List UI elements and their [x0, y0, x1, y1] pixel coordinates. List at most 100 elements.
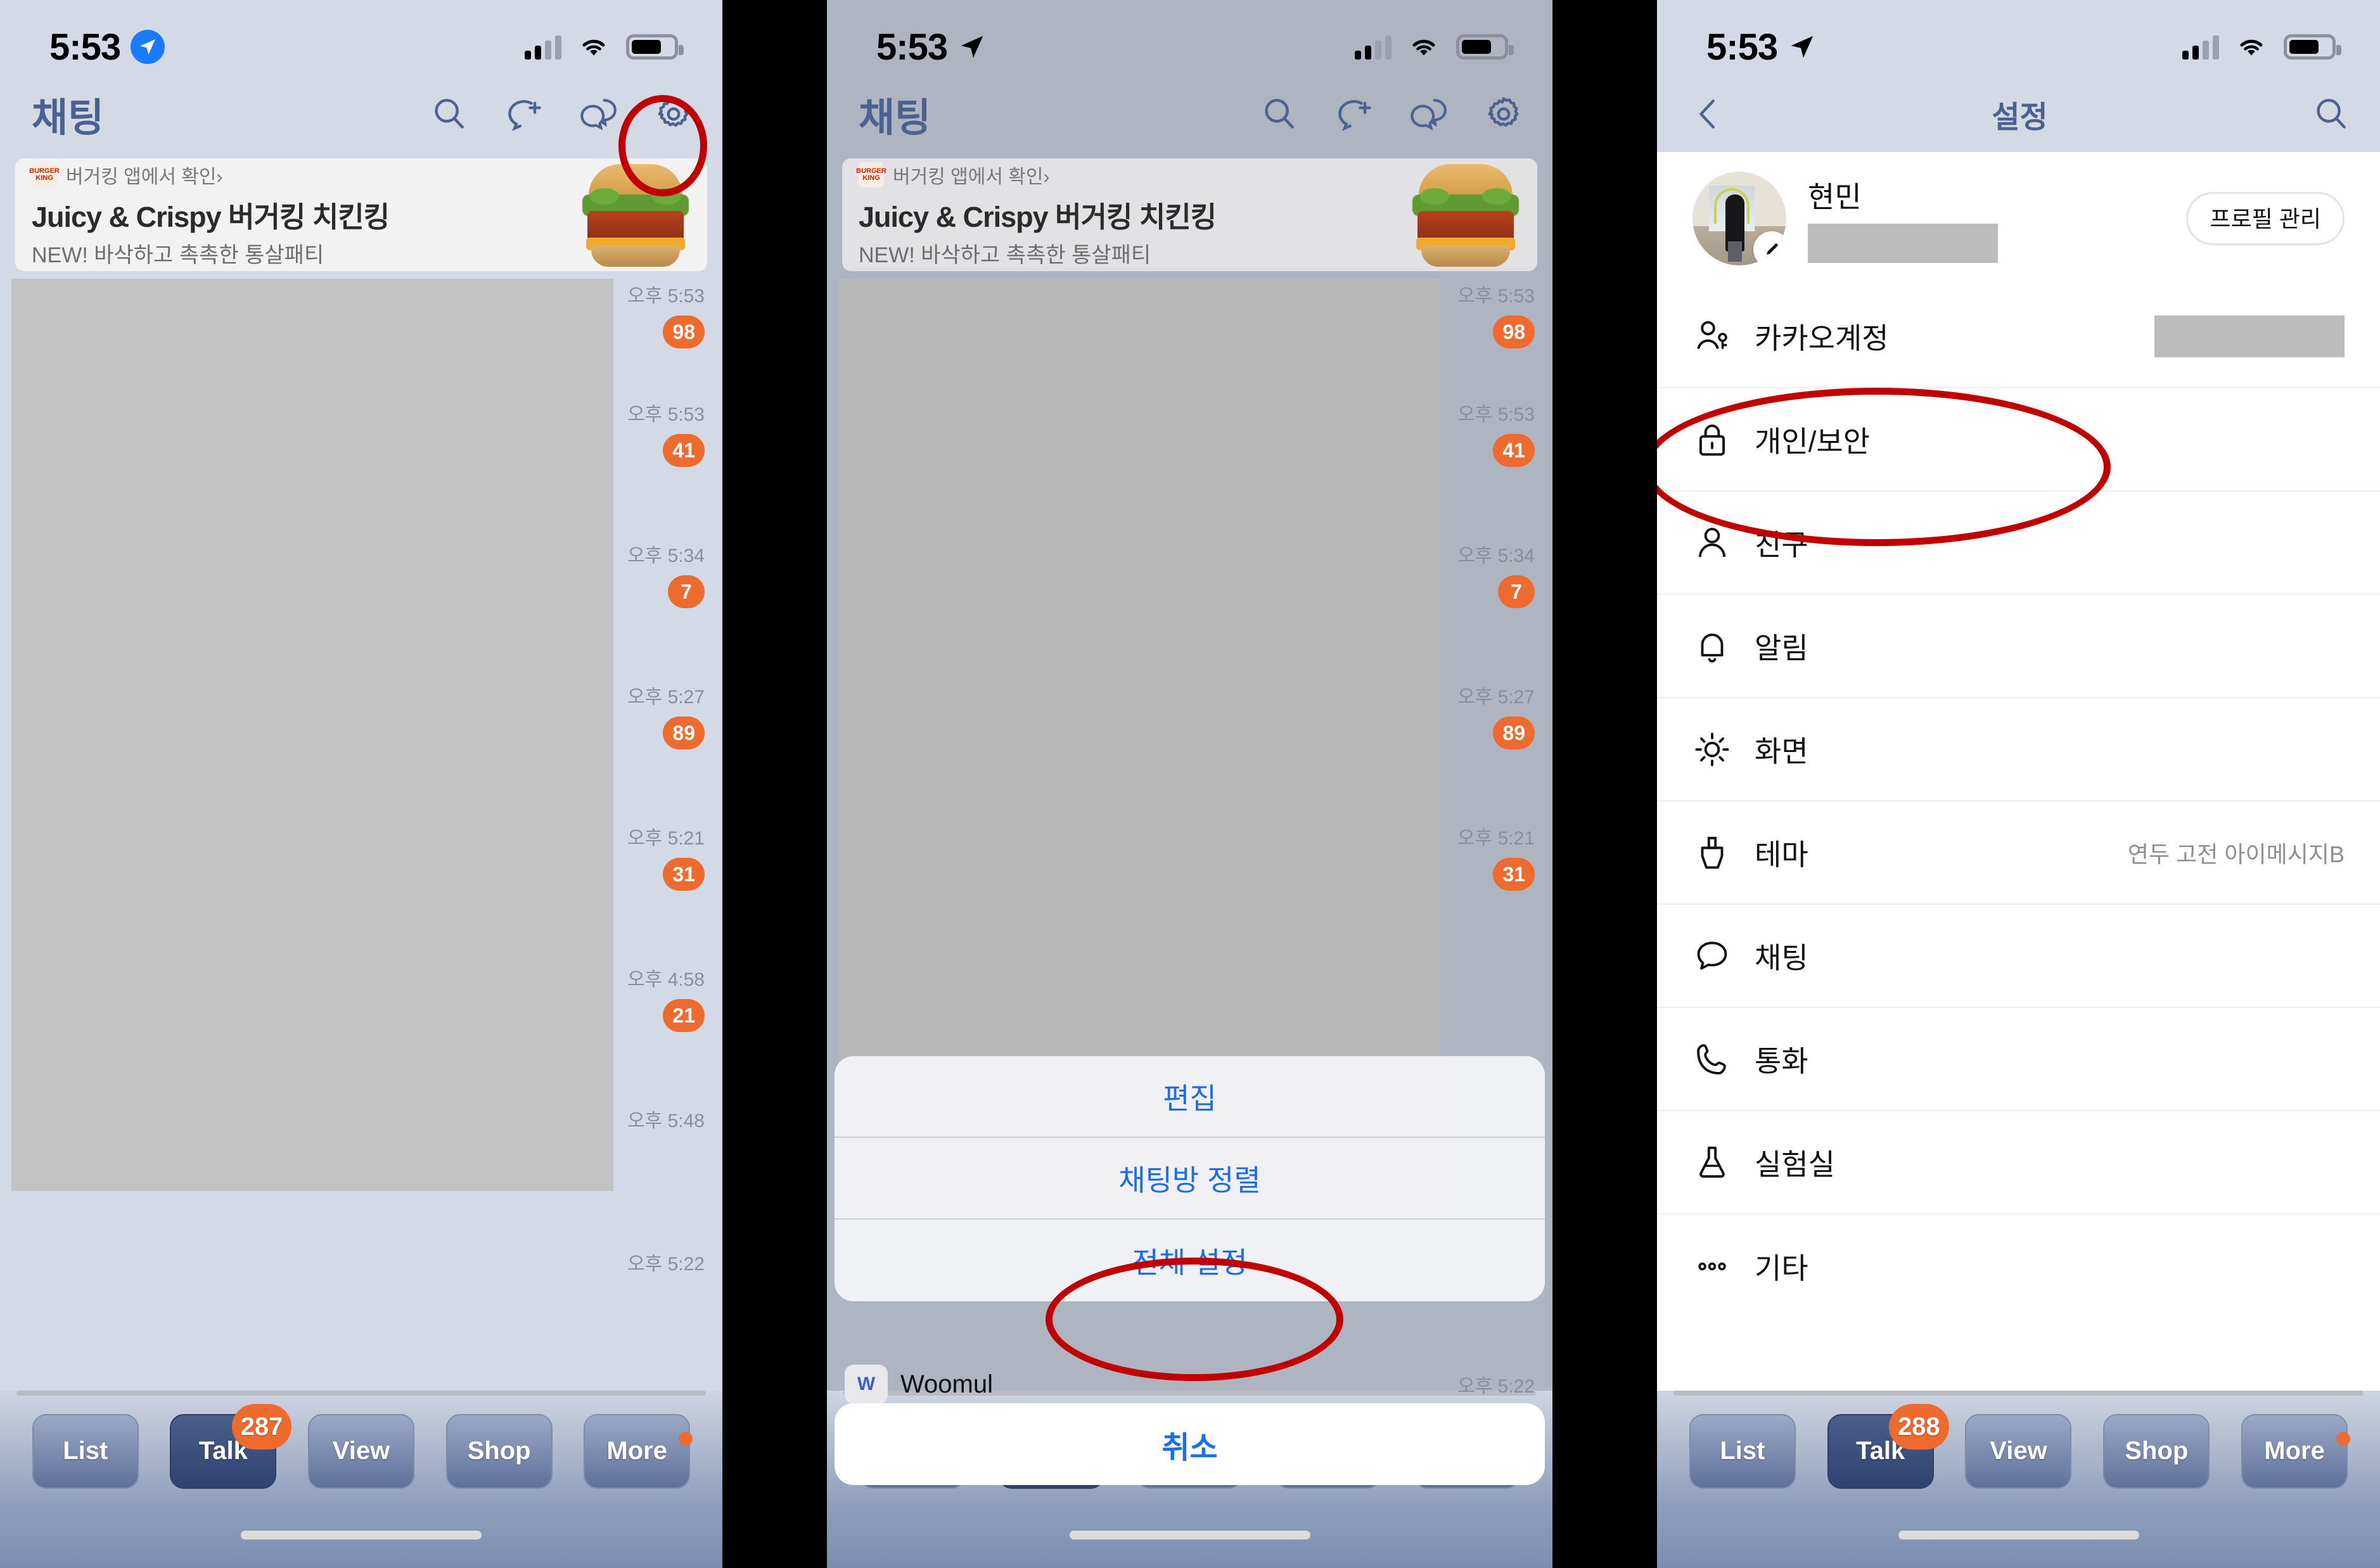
chat-room-name: Woomul [900, 1370, 993, 1398]
new-chat-icon[interactable] [504, 94, 544, 134]
gear-icon[interactable] [1484, 94, 1523, 134]
chevron-left-icon[interactable] [1689, 94, 1728, 134]
settings-list[interactable]: 카카오계정 개인/보안 친구 알림 화면 테마 연두 고전 아이메시지B 채팅 … [1657, 285, 2380, 1391]
bell-icon [1701, 633, 1724, 663]
settings-row-label: 채팅 [1755, 941, 1808, 974]
wifi-icon [582, 39, 605, 56]
tab-label: View [332, 1437, 390, 1465]
manage-profile-button[interactable]: 프로필 관리 [2186, 192, 2345, 245]
chat-timestamp: 오후 5:48 [627, 1111, 705, 1131]
settings-row-lab[interactable]: 실험실 [1657, 1111, 2380, 1214]
chat-row-meta: 오후 4:58 21 [627, 964, 705, 1032]
avatar: W [845, 1365, 888, 1404]
unread-badge: 7 [668, 575, 705, 608]
action-sheet-item-label: 편집 [1163, 1081, 1217, 1115]
tab-talk[interactable]: Talk 288 [1827, 1403, 1949, 1489]
page-title: 채팅 [859, 96, 931, 140]
burger-image [1410, 162, 1521, 268]
status-bar-time: 5:53 [49, 26, 121, 68]
tab-more[interactable]: More [2241, 1413, 2348, 1489]
open-chat-icon[interactable] [579, 94, 618, 134]
tab-list[interactable]: List [1689, 1413, 1796, 1489]
search-icon[interactable] [430, 94, 469, 134]
status-bar: 5:53 [1657, 0, 2380, 76]
list-item[interactable]: W Woomul 오후 5:22 [827, 1362, 1552, 1406]
nav-bar: 설정 [1657, 76, 2380, 152]
settings-row-kakao-account[interactable]: 카카오계정 [1657, 285, 2380, 388]
ad-banner[interactable]: BURGER KING 버거킹 앱에서 확인› Juicy & Crispy 버거… [842, 158, 1537, 271]
status-bar: 5:53 [0, 0, 722, 76]
action-sheet-item-edit[interactable]: 편집 [835, 1056, 1545, 1138]
action-sheet-item-sort[interactable]: 채팅방 정렬 [835, 1138, 1545, 1220]
unread-badge: 21 [663, 999, 705, 1032]
home-indicator-area [0, 1501, 722, 1568]
home-indicator[interactable] [1898, 1530, 2139, 1539]
open-chat-icon[interactable] [1409, 94, 1449, 134]
tab-shop[interactable]: Shop [2103, 1413, 2210, 1489]
gear-icon[interactable] [654, 94, 693, 134]
chat-timestamp: 오후 5:22 [627, 1254, 705, 1275]
lock-icon [1699, 424, 1725, 456]
tab-shop[interactable]: Shop [445, 1413, 553, 1489]
chat-row-meta: 오후 5:21 31 [1457, 822, 1535, 891]
profile-name: 현민 [1808, 181, 1862, 214]
settings-row-label: 화면 [1755, 734, 1808, 768]
chat-row-meta: 오후 5:53 98 [627, 280, 705, 348]
search-icon[interactable] [2312, 94, 2351, 134]
unread-badge: 89 [1493, 717, 1535, 749]
settings-row-privacy-security[interactable]: 개인/보안 [1657, 388, 2380, 492]
bottom-tab-bar[interactable]: List Talk 287 View Shop More [0, 1391, 722, 1501]
panel-action-sheet: 5:53 채팅 BURGER KING 버거킹 앱에서 확인› Juicy & … [827, 0, 1552, 1568]
tab-talk[interactable]: Talk 287 [170, 1403, 292, 1489]
cellular-signal-icon [525, 34, 561, 60]
redacted-status-message [1808, 224, 1998, 263]
chat-row-meta: 오후 5:27 89 [627, 681, 705, 749]
action-sheet-item-all-settings[interactable]: 전체 설정 [835, 1220, 1545, 1301]
tab-view[interactable]: View [307, 1413, 414, 1489]
tab-list[interactable]: List [32, 1413, 139, 1489]
chat-row-meta: 오후 5:53 41 [627, 398, 705, 467]
avatar[interactable] [1692, 172, 1786, 265]
settings-row-call[interactable]: 통화 [1657, 1008, 2380, 1111]
settings-row-chat[interactable]: 채팅 [1657, 905, 2380, 1008]
tab-more[interactable]: More [584, 1413, 691, 1489]
settings-row-label: 실험실 [1755, 1147, 1835, 1181]
chat-bubble-icon [1697, 941, 1727, 970]
battery-icon [2284, 34, 2341, 60]
settings-row-label: 통화 [1755, 1044, 1808, 1078]
chat-timestamp: 오후 5:53 [1457, 404, 1535, 425]
home-indicator[interactable] [1069, 1530, 1310, 1539]
settings-row-label: 테마 [1755, 838, 1808, 871]
chat-row-meta: 오후 5:34 7 [627, 540, 705, 608]
brightness-icon [1695, 732, 1729, 766]
chat-timestamp: 오후 5:53 [627, 286, 705, 307]
new-chat-icon[interactable] [1334, 94, 1374, 134]
action-sheet-cancel-button[interactable]: 취소 [835, 1403, 1545, 1485]
profile-section[interactable]: 현민 프로필 관리 [1657, 152, 2380, 285]
settings-row-notifications[interactable]: 알림 [1657, 595, 2380, 698]
home-indicator[interactable] [241, 1530, 482, 1539]
wifi-icon [2240, 39, 2263, 56]
bottom-tab-bar[interactable]: List Talk 288 View Shop More [1657, 1391, 2380, 1501]
tab-view[interactable]: View [1965, 1413, 2072, 1489]
chat-row-meta: 오후 5:53 98 [1457, 280, 1535, 348]
panel-chat-list: 5:53 채팅 BURGER KING 버거킹 앱에서 확인› Juicy & … [0, 0, 722, 1568]
tab-label: Shop [2125, 1437, 2189, 1465]
tab-label: List [63, 1437, 108, 1465]
cellular-signal-icon [2182, 34, 2219, 60]
action-sheet[interactable]: 편집 채팅방 정렬 전체 설정 [835, 1056, 1545, 1301]
paintbrush-icon [1701, 836, 1724, 869]
settings-row-other[interactable]: 기타 [1657, 1214, 2380, 1318]
chat-timestamp: 오후 5:34 [1457, 545, 1535, 566]
search-icon[interactable] [1260, 94, 1299, 134]
settings-row-friends[interactable]: 친구 [1657, 492, 2380, 595]
settings-row-display[interactable]: 화면 [1657, 698, 2380, 801]
chat-list[interactable]: 오후 5:53 98 오후 5:53 41 오후 5:34 7 오후 5:27 … [0, 271, 722, 1391]
status-bar-indicators [2182, 34, 2341, 60]
settings-row-label: 알림 [1755, 631, 1808, 665]
pencil-icon[interactable] [1753, 231, 1786, 265]
ad-banner[interactable]: BURGER KING 버거킹 앱에서 확인› Juicy & Crispy 버거… [15, 158, 707, 271]
settings-row-theme[interactable]: 테마 연두 고전 아이메시지B [1657, 801, 2380, 905]
settings-row-label: 기타 [1755, 1251, 1808, 1285]
unread-badge: 41 [663, 434, 705, 467]
